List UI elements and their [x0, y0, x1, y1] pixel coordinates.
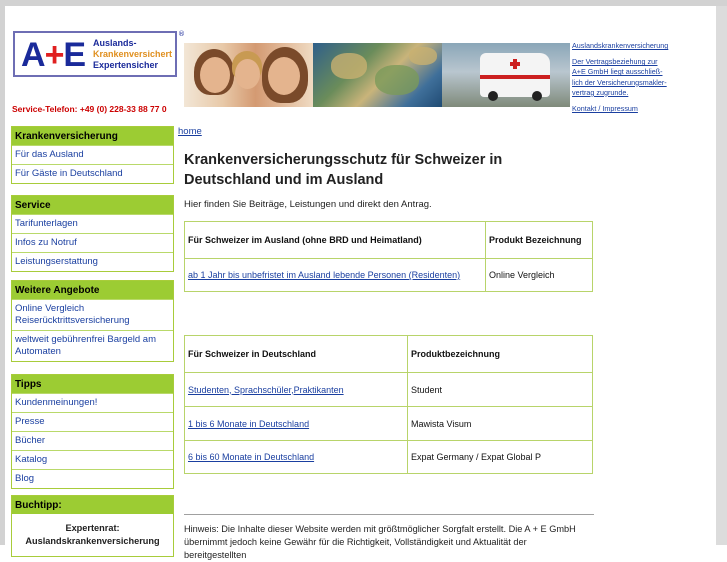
nav-heading: Tipps — [12, 375, 173, 393]
red-cross-icon — [510, 59, 520, 69]
registered-mark: ® — [178, 30, 185, 38]
ambulance-photo — [442, 43, 570, 107]
nav-item-bargeld[interactable]: weltweit gebührenfrei Bargeld am Automat… — [12, 330, 173, 361]
top-border — [0, 0, 727, 6]
nav-item-notruf[interactable]: Infos zu Notruf — [12, 233, 173, 252]
divider — [184, 514, 594, 515]
logo-a: A — [21, 36, 46, 74]
nav-item-tarifunterlagen[interactable]: Tarifunterlagen — [12, 214, 173, 233]
table-ausland: Für Schweizer im Ausland (ohne BRD und H… — [184, 221, 593, 292]
ambulance-stripe — [480, 75, 550, 79]
continent-3 — [409, 47, 437, 65]
logo-line1: Auslands- — [93, 38, 137, 48]
link-studenten[interactable]: Studenten, Sprachschüler,Praktikanten — [188, 385, 344, 395]
table-header: Für Schweizer in Deutschland — [184, 335, 408, 373]
table-header: Für Schweizer im Ausland (ohne BRD und H… — [184, 221, 486, 259]
face-left — [200, 57, 230, 93]
table-cell: Student — [407, 372, 593, 407]
buchtipp-heading: Buchtipp: — [12, 496, 173, 514]
nav-item-reiseruecktritt[interactable]: Online Vergleich Reiserücktrittsversiche… — [12, 299, 173, 330]
nav-krankenversicherung: Krankenversicherung Für das Ausland Für … — [11, 126, 174, 184]
nav-heading: Service — [12, 196, 173, 214]
link-1-bis-6-monate[interactable]: 1 bis 6 Monate in Deutschland — [188, 419, 309, 429]
buchtipp-text[interactable]: Expertenrat: Auslandskrankenversicherung — [12, 514, 173, 548]
logo-ae-mark: A+E — [21, 35, 86, 75]
nav-item-fuer-das-ausland[interactable]: Für das Ausland — [12, 145, 173, 164]
disclaimer-note: Hinweis: Die Inhalte dieser Website werd… — [184, 524, 576, 560]
disclaimer-line-4[interactable]: vertrag zugrunde. — [572, 88, 712, 98]
nav-item-kundenmeinungen[interactable]: Kundenmeinungen! — [12, 393, 173, 412]
disclaimer-line-2[interactable]: A+E GmbH liegt ausschließ- — [572, 67, 712, 77]
nav-item-presse[interactable]: Presse — [12, 412, 173, 431]
ambulance-van — [480, 53, 550, 101]
link-6-bis-60-monate[interactable]: 6 bis 60 Monate in Deutschland — [188, 452, 314, 462]
table-cell: Mawista Visum — [407, 406, 593, 441]
face-right — [268, 57, 300, 95]
table-cell: ab 1 Jahr bis unbefristet im Ausland leb… — [184, 258, 486, 292]
wheel-front — [488, 91, 498, 101]
logo-line2: Krankenversichert — [93, 49, 173, 59]
link-kontakt-impressum[interactable]: Kontakt / Impressum — [572, 104, 712, 114]
nav-item-leistungserstattung[interactable]: Leistungserstattung — [12, 252, 173, 271]
right-scroll-area — [716, 6, 727, 545]
nav-service: Service Tarifunterlagen Infos zu Notruf … — [11, 195, 174, 272]
nav-item-gaeste-in-deutschland[interactable]: Für Gäste in Deutschland — [12, 164, 173, 183]
logo-wordmark: Auslands- Krankenversichert Expertensich… — [93, 38, 177, 71]
table-cell: Expat Germany / Expat Global P — [407, 440, 593, 474]
table-cell: 1 bis 6 Monate in Deutschland — [184, 406, 408, 441]
nav-heading: Krankenversicherung — [12, 127, 173, 145]
nav-weitere-angebote: Weitere Angebote Online Vergleich Reiser… — [11, 280, 174, 362]
buchtipp-line2: Auslandskrankenversicherung — [25, 536, 160, 546]
table-header: Produktbezeichnung — [407, 335, 593, 373]
table-cell: Studenten, Sprachschüler,Praktikanten — [184, 372, 408, 407]
service-phone: Service-Telefon: +49 (0) 228-33 88 77 0 — [12, 104, 167, 114]
world-map-photo — [313, 43, 443, 107]
nav-item-katalog[interactable]: Katalog — [12, 450, 173, 469]
table-cell: Online Vergleich — [485, 258, 593, 292]
nav-tipps: Tipps Kundenmeinungen! Presse Bücher Kat… — [11, 374, 174, 489]
logo-line3: Expertensicher — [93, 60, 159, 70]
nav-item-blog[interactable]: Blog — [12, 469, 173, 488]
wheel-rear — [532, 91, 542, 101]
disclaimer-line-1[interactable]: Der Vertragsbeziehung zur — [572, 57, 712, 67]
logo-e: E — [63, 36, 86, 74]
page-title: Krankenversicherungsschutz für Schweizer… — [184, 152, 503, 188]
buchtipp-box: Buchtipp: Expertenrat: Auslandskrankenve… — [11, 495, 174, 557]
table-row: 1 bis 6 Monate in Deutschland Mawista Vi… — [184, 406, 593, 441]
face-child — [235, 59, 260, 89]
nav-item-buecher[interactable]: Bücher — [12, 431, 173, 450]
table-row: Studenten, Sprachschüler,Praktikanten St… — [184, 372, 593, 407]
disclaimer-line-3[interactable]: lich der Versicherungsmakler- — [572, 78, 712, 88]
buchtipp-line1: Expertenrat: — [65, 523, 120, 533]
left-border — [0, 6, 5, 545]
table-deutschland: Für Schweizer in Deutschland Produktbeze… — [184, 335, 593, 474]
logo[interactable]: A+E Auslands- Krankenversichert Experten… — [13, 27, 185, 101]
link-auslandskrankenversicherung[interactable]: Auslandskrankenversicherung — [572, 41, 712, 51]
intro-text: Hier finden Sie Beiträge, Leistungen und… — [184, 199, 432, 210]
link-residenten[interactable]: ab 1 Jahr bis unbefristet im Ausland leb… — [188, 270, 460, 280]
breadcrumb-home[interactable]: home — [178, 126, 202, 137]
table-row: 6 bis 60 Monate in Deutschland Expat Ger… — [184, 440, 593, 474]
logo-frame: A+E Auslands- Krankenversichert Experten… — [13, 31, 177, 77]
logo-plus: + — [44, 36, 65, 74]
continent-2 — [375, 65, 419, 95]
table-header: Produkt Bezeichnung — [485, 221, 593, 259]
nav-heading: Weitere Angebote — [12, 281, 173, 299]
header-links: Auslandskrankenversicherung Der Vertrags… — [572, 41, 712, 114]
table-row: ab 1 Jahr bis unbefristet im Ausland leb… — [184, 258, 593, 292]
table-cell: 6 bis 60 Monate in Deutschland — [184, 440, 408, 474]
continent-1 — [331, 53, 367, 79]
family-photo — [184, 43, 314, 107]
